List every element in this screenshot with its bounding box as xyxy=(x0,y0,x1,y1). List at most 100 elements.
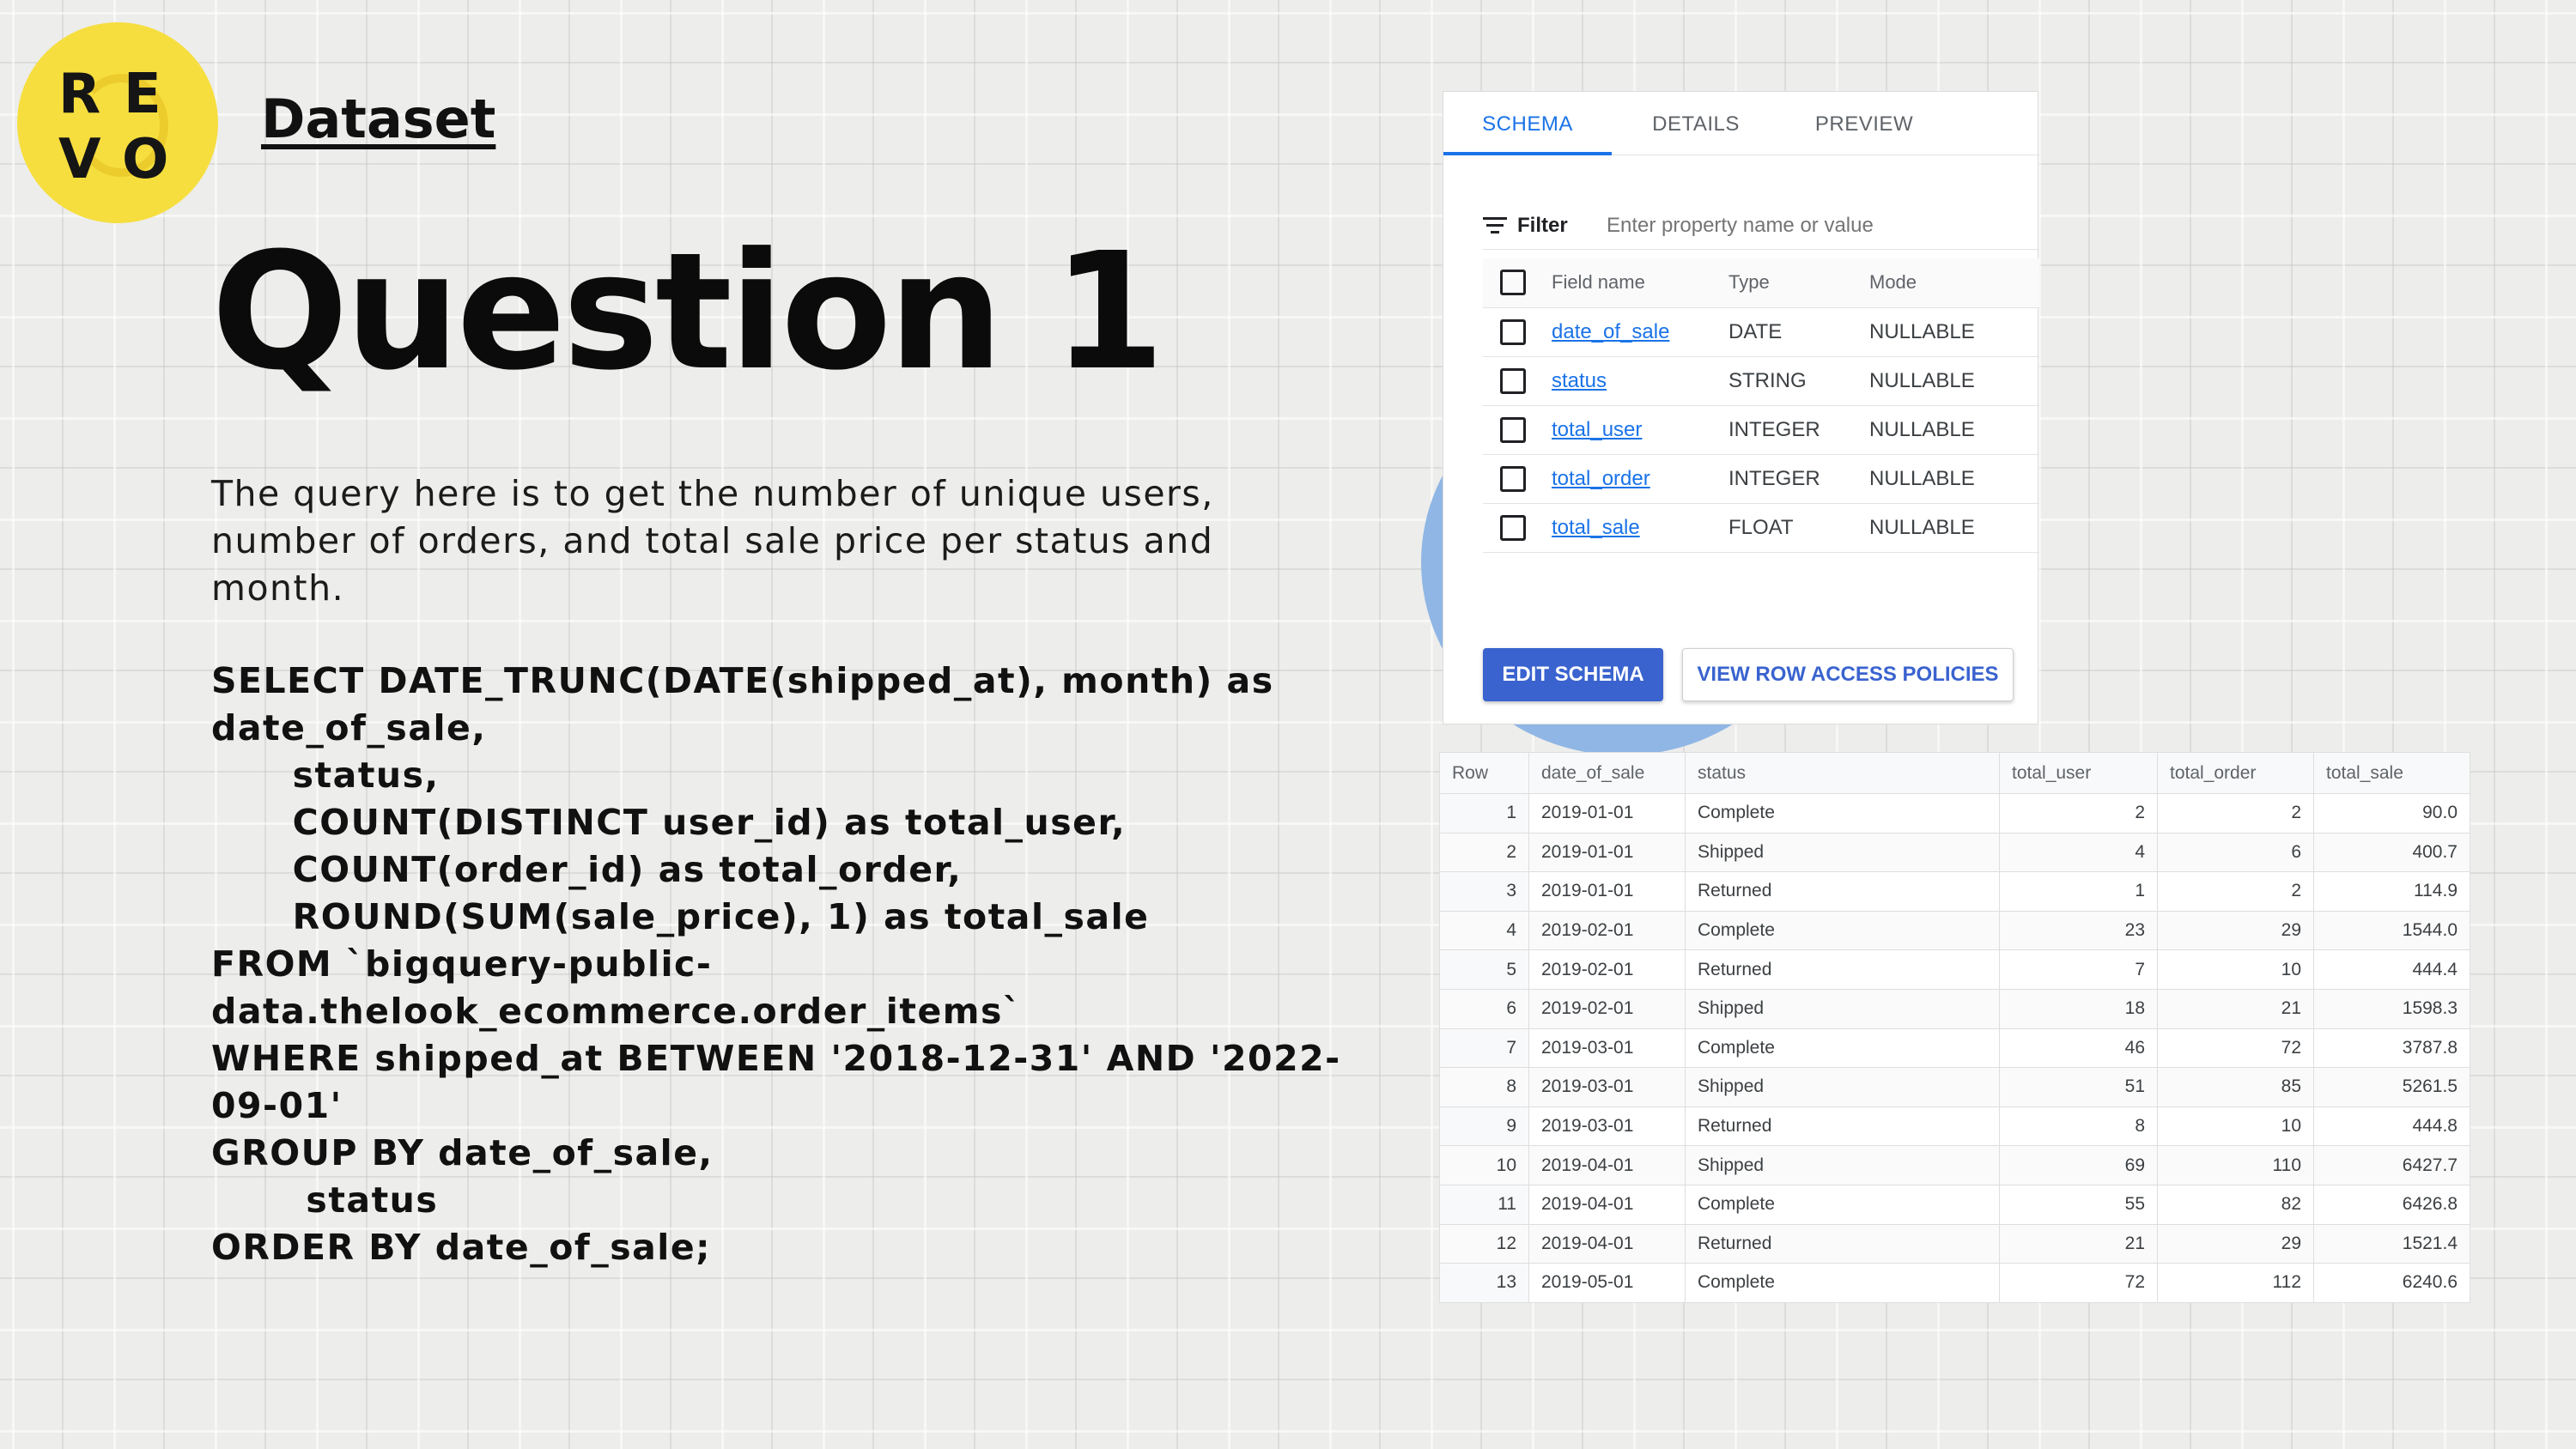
sql-line: status, xyxy=(211,755,440,796)
table-row: 7 2019-03-01 Complete 46 72 3787.8 xyxy=(1439,1028,2470,1069)
filter-icon[interactable] xyxy=(1483,217,1507,236)
field-name-link[interactable]: total_sale xyxy=(1552,516,1640,539)
sql-line: SELECT DATE_TRUNC(DATE(shipped_at), mont… xyxy=(211,660,1274,701)
table-cell: 2 xyxy=(1999,793,2158,834)
table-cell: 85 xyxy=(2157,1067,2314,1107)
table-cell: Complete xyxy=(1685,793,2000,834)
table-cell: Shipped xyxy=(1685,1067,2000,1107)
column-header[interactable]: total_sale xyxy=(2313,752,2470,794)
table-cell: 112 xyxy=(2157,1263,2314,1303)
row-checkbox[interactable] xyxy=(1500,367,1526,394)
field-mode: NULLABLE xyxy=(1869,356,2039,406)
table-cell: 2019-01-01 xyxy=(1528,832,1686,873)
table-cell: 1521.4 xyxy=(2313,1223,2470,1264)
table-cell: 51 xyxy=(1999,1067,2158,1107)
column-header[interactable]: date_of_sale xyxy=(1528,752,1686,794)
column-header[interactable]: total_order xyxy=(2157,752,2314,794)
select-all-checkbox[interactable] xyxy=(1500,270,1526,296)
table-cell: 2019-04-01 xyxy=(1528,1145,1686,1185)
sql-line: COUNT(DISTINCT user_id) as total_user, xyxy=(211,802,1127,843)
table-cell: 72 xyxy=(2157,1028,2314,1069)
column-header: Field name xyxy=(1552,258,1728,308)
table-cell: 2 xyxy=(2157,871,2314,912)
sql-line: ORDER BY date_of_sale; xyxy=(211,1227,712,1268)
row-number: 3 xyxy=(1439,871,1529,912)
table-cell: 90.0 xyxy=(2313,793,2470,834)
table-cell: Complete xyxy=(1685,1184,2000,1225)
table-cell: Complete xyxy=(1685,910,2000,951)
tab-schema[interactable]: SCHEMA xyxy=(1443,92,1612,155)
edit-schema-button[interactable]: EDIT SCHEMA xyxy=(1483,648,1663,701)
query-results-panel: Row date_of_sale status total_user total… xyxy=(1439,752,2470,1303)
table-cell: 6240.6 xyxy=(2313,1263,2470,1303)
table-cell: 29 xyxy=(2157,1223,2314,1264)
field-name-link[interactable]: date_of_sale xyxy=(1552,320,1669,343)
table-cell: 2019-02-01 xyxy=(1528,949,1686,990)
sql-line: COUNT(order_id) as total_order, xyxy=(211,849,963,890)
sql-line: FROM `bigquery-public- xyxy=(211,943,713,985)
table-cell: 69 xyxy=(1999,1145,2158,1185)
table-cell: 2019-03-01 xyxy=(1528,1067,1686,1107)
row-number: 2 xyxy=(1439,832,1529,873)
table-row: 13 2019-05-01 Complete 72 112 6240.6 xyxy=(1439,1263,2470,1303)
table-cell: 2019-01-01 xyxy=(1528,793,1686,834)
row-checkbox[interactable] xyxy=(1500,416,1526,443)
logo-letter-r: R xyxy=(58,63,101,126)
sql-line: 09-01' xyxy=(211,1085,343,1126)
table-cell: 46 xyxy=(1999,1028,2158,1069)
table-row: 4 2019-02-01 Complete 23 29 1544.0 xyxy=(1439,910,2470,951)
question-title: Question 1 xyxy=(211,218,1165,406)
description-line: number of orders, and total sale price p… xyxy=(211,520,1214,561)
row-checkbox[interactable] xyxy=(1500,514,1526,541)
column-header: Mode xyxy=(1869,258,2039,308)
row-checkbox[interactable] xyxy=(1500,318,1526,345)
results-header-row: Row date_of_sale status total_user total… xyxy=(1439,752,2470,794)
table-cell: 5261.5 xyxy=(2313,1067,2470,1107)
field-mode: NULLABLE xyxy=(1869,503,2039,553)
row-number: 7 xyxy=(1439,1028,1529,1069)
field-name-link[interactable]: status xyxy=(1552,369,1607,392)
field-type: INTEGER xyxy=(1728,454,1869,504)
field-name-link[interactable]: total_user xyxy=(1552,418,1642,441)
table-cell: Returned xyxy=(1685,1106,2000,1147)
logo-letter-e: E xyxy=(124,63,161,126)
table-cell: 21 xyxy=(2157,988,2314,1029)
column-header: Row xyxy=(1439,752,1529,794)
field-mode: NULLABLE xyxy=(1869,405,2039,455)
table-cell: 4 xyxy=(1999,832,2158,873)
tab-preview[interactable]: PREVIEW xyxy=(1780,92,1948,155)
filter-input[interactable] xyxy=(1607,214,2019,238)
table-cell: 444.4 xyxy=(2313,949,2470,990)
sql-line: status xyxy=(211,1179,439,1221)
description-line: The query here is to get the number of u… xyxy=(211,473,1214,514)
field-name-link[interactable]: total_order xyxy=(1552,467,1650,490)
schema-header-row: Field name Type Mode xyxy=(1483,258,2039,308)
table-cell: Complete xyxy=(1685,1263,2000,1303)
table-cell: 2019-01-01 xyxy=(1528,871,1686,912)
row-number: 4 xyxy=(1439,910,1529,951)
table-cell: 114.9 xyxy=(2313,871,2470,912)
table-cell: 1598.3 xyxy=(2313,988,2470,1029)
schema-row: total_user INTEGER NULLABLE xyxy=(1483,405,2039,455)
sql-line: data.thelook_ecommerce.order_items` xyxy=(211,991,1022,1032)
logo-letter-v: V xyxy=(58,128,101,191)
dataset-link[interactable]: Dataset xyxy=(261,88,495,150)
sql-line: ROUND(SUM(sale_price), 1) as total_sale xyxy=(211,896,1150,937)
schema-table: Field name Type Mode date_of_sale DATE N… xyxy=(1483,258,2039,553)
table-cell: 2019-02-01 xyxy=(1528,988,1686,1029)
column-header[interactable]: status xyxy=(1685,752,2000,794)
row-number: 10 xyxy=(1439,1145,1529,1185)
table-row: 1 2019-01-01 Complete 2 2 90.0 xyxy=(1439,793,2470,834)
row-number: 5 xyxy=(1439,949,1529,990)
table-cell: 2019-02-01 xyxy=(1528,910,1686,951)
table-row: 8 2019-03-01 Shipped 51 85 5261.5 xyxy=(1439,1067,2470,1107)
table-cell: 400.7 xyxy=(2313,832,2470,873)
view-row-access-policies-button[interactable]: VIEW ROW ACCESS POLICIES xyxy=(1682,648,2014,701)
table-cell: 2019-03-01 xyxy=(1528,1106,1686,1147)
logo-letter-o: O xyxy=(122,128,169,191)
table-cell: 82 xyxy=(2157,1184,2314,1225)
table-row: 10 2019-04-01 Shipped 69 110 6427.7 xyxy=(1439,1145,2470,1185)
column-header[interactable]: total_user xyxy=(1999,752,2158,794)
tab-details[interactable]: DETAILS xyxy=(1612,92,1780,155)
row-checkbox[interactable] xyxy=(1500,465,1526,492)
